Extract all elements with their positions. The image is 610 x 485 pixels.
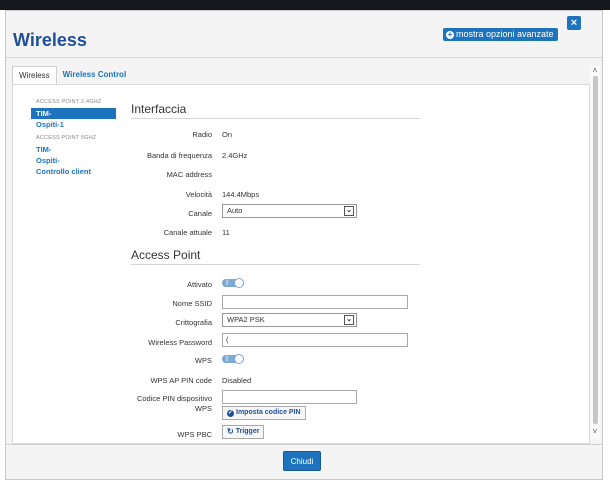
password-label: Wireless Password bbox=[148, 338, 212, 347]
chevron-down-icon: ⌄ bbox=[344, 315, 354, 325]
pin-dispositivo-label: Codice PIN dispositivo bbox=[136, 394, 212, 403]
sidebar-item-tim-24[interactable]: TIM- bbox=[31, 108, 116, 119]
crittografia-select[interactable]: WPA2 PSK ⌄ bbox=[222, 313, 357, 327]
canale-select[interactable]: Auto ⌄ bbox=[222, 204, 357, 218]
check-icon: ✓ bbox=[227, 409, 234, 417]
page-title: Wireless bbox=[13, 30, 87, 50]
chevron-down-icon: ⌄ bbox=[344, 206, 354, 216]
sidebar-item-controllo-client[interactable]: Controllo client bbox=[31, 166, 116, 177]
imposta-pin-button[interactable]: ✓ Imposta codice PIN bbox=[222, 406, 306, 420]
sidebar-group-24ghz: ACCESS POINT 2.4GHZ bbox=[36, 99, 102, 105]
section-title-interfaccia: Interfaccia bbox=[131, 102, 187, 116]
canale-attuale-label: Canale attuale bbox=[163, 228, 212, 237]
section-divider bbox=[131, 264, 420, 265]
password-input[interactable]: ( bbox=[222, 333, 408, 347]
banda-label: Banda di frequenza bbox=[146, 151, 212, 160]
radio-label: Radio bbox=[192, 130, 212, 139]
pin-dispositivo-label-wps: WPS bbox=[194, 404, 212, 413]
sidebar-group-5ghz: ACCESS POINT 5GHZ bbox=[36, 135, 97, 141]
wps-pin-label: WPS AP PIN code bbox=[150, 376, 212, 385]
chiudi-button[interactable]: Chiudi bbox=[283, 451, 321, 471]
footer-divider bbox=[5, 444, 603, 445]
sidebar-item-ospiti-24[interactable]: Ospiti-1 bbox=[31, 119, 116, 130]
canale-attuale-value: 11 bbox=[222, 228, 230, 237]
scroll-up-icon[interactable]: ˄ bbox=[590, 66, 600, 76]
close-button[interactable]: × bbox=[567, 16, 581, 30]
close-icon: × bbox=[570, 17, 578, 29]
header-divider bbox=[5, 57, 603, 58]
section-divider bbox=[131, 118, 420, 119]
mac-label: MAC address bbox=[166, 170, 212, 179]
refresh-icon: ↻ bbox=[227, 427, 234, 436]
section-title-access-point: Access Point bbox=[131, 248, 201, 262]
wps-pbc-label: WPS PBC bbox=[177, 430, 212, 439]
crittografia-label: Crittografia bbox=[175, 318, 212, 327]
sidebar: ACCESS POINT 2.4GHZ TIM- Ospiti-1 ACCESS… bbox=[31, 97, 116, 177]
attivato-toggle[interactable]: || bbox=[222, 278, 244, 288]
advanced-options-button[interactable]: + mostra opzioni avanzate bbox=[443, 28, 558, 41]
ssid-input[interactable] bbox=[222, 295, 408, 309]
plus-icon: + bbox=[446, 29, 454, 39]
tab-bar: Wireless Wireless Control bbox=[12, 66, 132, 84]
sidebar-item-ospiti-5[interactable]: Ospiti- bbox=[31, 155, 116, 166]
wps-label: WPS bbox=[194, 356, 212, 365]
top-bar bbox=[0, 0, 610, 10]
tab-wireless-control[interactable]: Wireless Control bbox=[57, 66, 133, 84]
ssid-label: Nome SSID bbox=[172, 299, 212, 308]
scroll-down-icon[interactable]: ˅ bbox=[590, 427, 600, 437]
tab-wireless[interactable]: Wireless bbox=[12, 66, 57, 84]
wps-pin-value: Disabled bbox=[222, 376, 252, 385]
banda-value: 2.4GHz bbox=[222, 151, 248, 160]
scrollbar-thumb[interactable] bbox=[593, 76, 598, 424]
pin-dispositivo-input[interactable] bbox=[222, 390, 357, 404]
trigger-button[interactable]: ↻ Trigger bbox=[222, 425, 265, 439]
wps-toggle[interactable]: || bbox=[222, 354, 244, 364]
canale-label: Canale bbox=[188, 209, 212, 218]
velocita-value: 144.4Mbps bbox=[222, 190, 260, 199]
attivato-label: Attivato bbox=[186, 280, 212, 289]
sidebar-item-tim-5[interactable]: TIM- bbox=[31, 144, 116, 155]
velocita-label: Velocità bbox=[185, 190, 212, 199]
radio-value: On bbox=[222, 130, 233, 139]
